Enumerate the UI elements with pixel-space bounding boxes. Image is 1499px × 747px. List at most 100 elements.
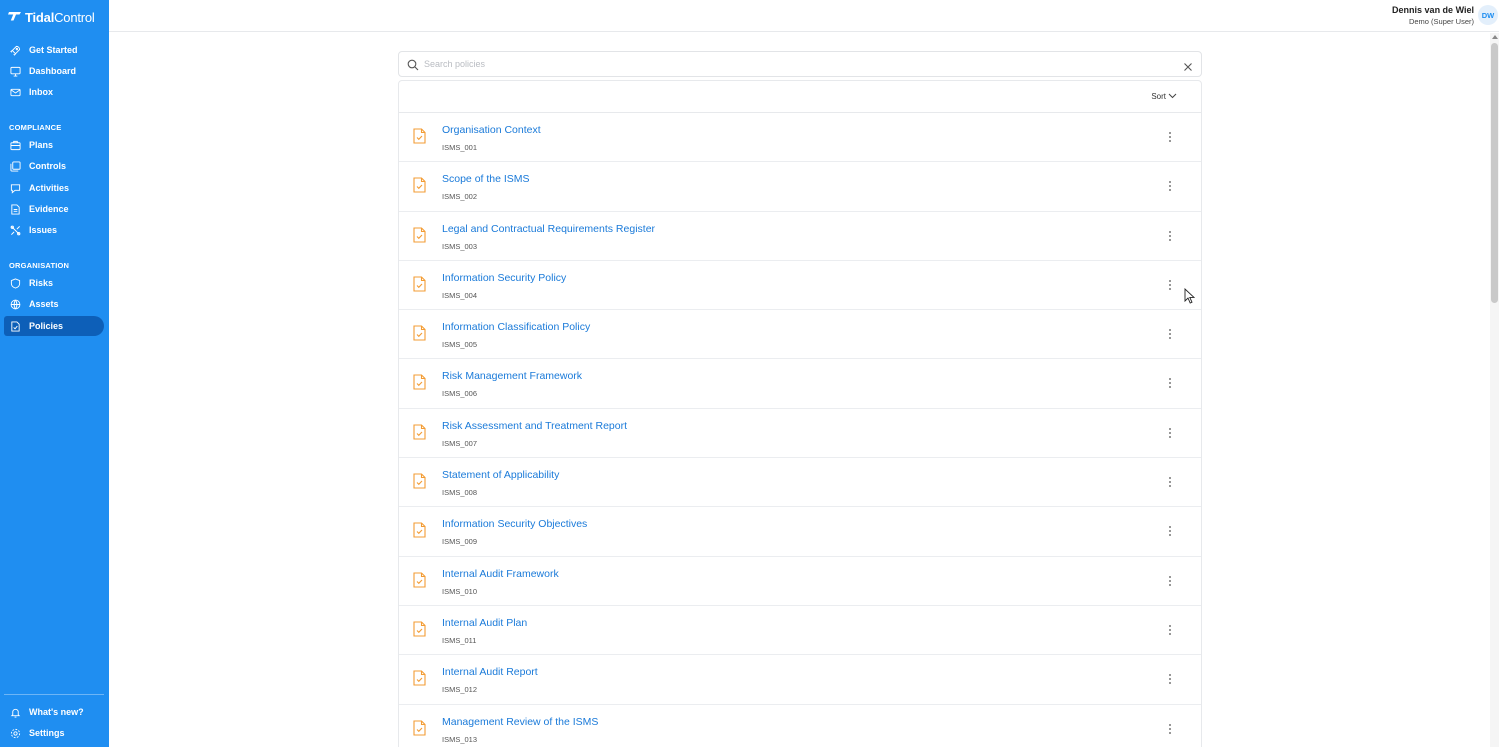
policy-title-link[interactable]: Information Classification Policy [442, 321, 590, 333]
more-options-icon[interactable] [1168, 132, 1172, 142]
policy-document-icon [413, 522, 426, 538]
briefcase-icon [10, 140, 21, 151]
list-rows: Organisation Context ISMS_001 Scope of the… [399, 113, 1201, 747]
policy-title-link[interactable]: Legal and Contractual Requirements Regis… [442, 223, 655, 235]
policy-title-link[interactable]: Statement of Applicability [442, 469, 559, 481]
brand-logo[interactable]: TidalControl [8, 9, 95, 25]
more-options-icon[interactable] [1168, 575, 1172, 586]
list-item[interactable]: Risk Management Framework ISMS_006 [399, 359, 1201, 409]
policy-title-link[interactable]: Management Review of the ISMS [442, 716, 598, 728]
more-options-icon[interactable] [1168, 526, 1172, 537]
mouse-cursor-icon [1184, 287, 1196, 304]
more-options-icon[interactable] [1168, 181, 1172, 192]
sidebar-item-activities[interactable]: Activities [4, 178, 104, 198]
policy-title-link[interactable]: Internal Audit Framework [442, 568, 559, 580]
sidebar-item-assets[interactable]: Assets [4, 294, 104, 314]
policy-title-link[interactable]: Internal Audit Plan [442, 617, 527, 629]
sidebar-item-get-started[interactable]: Get Started [4, 40, 104, 60]
list-item[interactable]: Information Security Policy ISMS_004 [399, 261, 1201, 311]
sort-label: Sort [1151, 92, 1166, 101]
avatar[interactable]: DW [1478, 5, 1498, 25]
scroll-up-arrow-icon[interactable] [1492, 35, 1498, 39]
more-options-icon[interactable] [1168, 329, 1172, 340]
sidebar-item-label: Settings [29, 728, 65, 738]
list-item[interactable]: Information Classification Policy ISMS_00… [399, 310, 1201, 360]
sidebar-item-inbox[interactable]: Inbox [4, 82, 104, 102]
more-options-icon[interactable] [1168, 477, 1172, 488]
list-item[interactable]: Legal and Contractual Requirements Regis… [399, 212, 1201, 261]
policy-code: ISMS_008 [442, 488, 478, 498]
sidebar-item-label: Plans [29, 140, 54, 150]
policy-code: ISMS_007 [442, 438, 478, 448]
more-options-icon[interactable] [1168, 674, 1172, 685]
list-item[interactable]: Risk Assessment and Treatment Report ISMS… [399, 409, 1201, 459]
sidebar-item-label: What's new? [29, 707, 84, 717]
sidebar-item-policies[interactable]: Policies [4, 316, 104, 336]
list-item[interactable]: Internal Audit Plan ISMS_011 [399, 606, 1201, 656]
policy-code: ISMS_006 [442, 389, 478, 399]
sort-button[interactable]: Sort [1151, 92, 1177, 101]
sidebar-item-whats-new[interactable]: What's new? [4, 702, 104, 722]
shield-icon [10, 277, 21, 289]
policy-title-link[interactable]: Risk Assessment and Treatment Report [442, 420, 627, 432]
list-item[interactable]: Statement of Applicability ISMS_008 [399, 458, 1201, 508]
list-header: Sort [399, 81, 1201, 113]
more-options-icon[interactable] [1168, 723, 1172, 734]
policy-title-link[interactable]: Scope of the ISMS [442, 173, 530, 185]
rocket-icon [10, 45, 21, 56]
policy-title-link[interactable]: Organisation Context [442, 124, 541, 136]
more-options-icon[interactable] [1168, 378, 1172, 389]
policy-code: ISMS_011 [442, 635, 477, 645]
sidebar-item-issues[interactable]: Issues [4, 220, 104, 240]
sidebar-item-controls[interactable]: Controls [4, 156, 104, 176]
more-options-icon[interactable] [1168, 624, 1172, 635]
more-options-icon[interactable] [1168, 230, 1172, 241]
sidebar-item-evidence[interactable]: Evidence [4, 199, 104, 219]
gear-icon [10, 728, 21, 739]
scroll-thumb[interactable] [1491, 43, 1498, 303]
policy-title-link[interactable]: Information Security Objectives [442, 518, 587, 530]
user-name: Dennis van de Wiel [1392, 5, 1474, 15]
policy-code: ISMS_001 [442, 143, 478, 152]
top-bar: Dennis van de Wiel Demo (Super User) DW [109, 0, 1499, 32]
list-item[interactable]: Information Security Objectives ISMS_009 [399, 507, 1201, 557]
sidebar-item-settings[interactable]: Settings [4, 723, 104, 743]
policy-code: ISMS_004 [442, 290, 478, 300]
policy-document-icon [413, 374, 426, 391]
sidebar-item-label: Evidence [29, 204, 69, 214]
app: TidalControl Get Started Dashboard Inbox… [0, 0, 1499, 747]
policy-icon [10, 320, 21, 332]
policy-code: ISMS_003 [442, 241, 478, 251]
policy-title-link[interactable]: Risk Management Framework [442, 370, 582, 382]
list-item[interactable]: Internal Audit Report ISMS_012 [399, 655, 1201, 705]
search-input[interactable] [424, 56, 1164, 72]
bell-icon [10, 707, 21, 718]
monitor-icon [10, 66, 21, 77]
sidebar-divider [4, 694, 104, 695]
sidebar-item-label: Assets [29, 299, 59, 309]
list-item[interactable]: Organisation Context ISMS_001 [399, 113, 1201, 163]
policy-code: ISMS_002 [442, 192, 478, 202]
policy-document-icon [413, 670, 426, 686]
sidebar-item-dashboard[interactable]: Dashboard [4, 61, 104, 81]
list-item[interactable]: Management Review of the ISMS ISMS_013 [399, 705, 1201, 747]
sidebar-item-label: Dashboard [29, 66, 77, 76]
sidebar: TidalControl Get Started Dashboard Inbox… [0, 0, 109, 747]
user-role: Demo (Super User) [1408, 17, 1474, 26]
close-icon[interactable] [1183, 59, 1193, 71]
list-item[interactable]: Scope of the ISMS ISMS_002 [399, 162, 1201, 212]
file-icon [10, 203, 21, 215]
page-scrollbar[interactable] [1490, 33, 1499, 747]
policy-title-link[interactable]: Internal Audit Report [442, 666, 538, 678]
more-options-icon[interactable] [1168, 279, 1172, 290]
policy-code: ISMS_012 [442, 685, 478, 695]
controls-icon [10, 160, 21, 172]
policy-title-link[interactable]: Information Security Policy [442, 272, 566, 284]
sidebar-item-plans[interactable]: Plans [4, 135, 104, 155]
more-options-icon[interactable] [1168, 427, 1172, 438]
list-item[interactable]: Internal Audit Framework ISMS_010 [399, 557, 1201, 606]
sidebar-item-risks[interactable]: Risks [4, 273, 104, 293]
sidebar-item-label: Issues [29, 225, 58, 235]
sidebar-item-label: Activities [29, 183, 70, 193]
search-box [398, 51, 1202, 77]
